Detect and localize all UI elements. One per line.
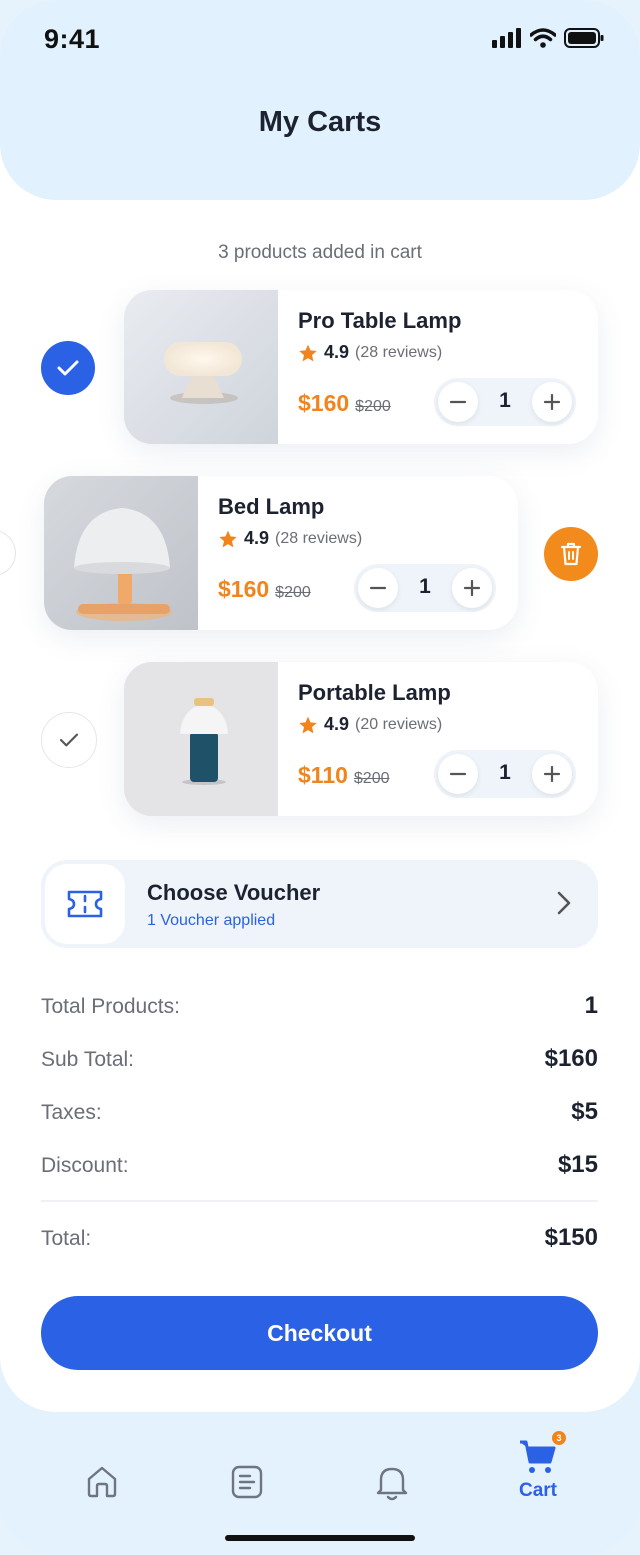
summary-total: Total: $150 bbox=[41, 1224, 598, 1252]
summary-label: Total: bbox=[41, 1227, 92, 1250]
original-price: $200 bbox=[275, 584, 311, 601]
summary-value: $5 bbox=[571, 1098, 598, 1125]
increase-button[interactable] bbox=[452, 568, 492, 608]
home-indicator bbox=[225, 1535, 415, 1541]
current-price: $160 bbox=[298, 390, 350, 416]
summary-value: $160 bbox=[544, 1045, 598, 1072]
product-price: $110 $200 bbox=[298, 762, 390, 789]
summary-subtotal: Sub Total: $160 bbox=[41, 1045, 598, 1073]
summary-discount: Discount: $15 bbox=[41, 1151, 598, 1179]
cart-icon-wrap: 3 bbox=[518, 1431, 566, 1476]
trash-icon bbox=[560, 542, 582, 566]
rating-value: 4.9 bbox=[244, 528, 270, 548]
main-content: 9:41 My Carts 3 products added in cart P… bbox=[0, 0, 640, 1412]
summary-taxes: Taxes: $5 bbox=[41, 1098, 598, 1126]
chevron-right-icon bbox=[557, 891, 571, 915]
current-price: $110 bbox=[298, 762, 348, 788]
document-icon bbox=[231, 1465, 263, 1499]
ticket-icon bbox=[67, 890, 103, 918]
summary-label: Sub Total: bbox=[41, 1048, 135, 1071]
review-count: (20 reviews) bbox=[355, 715, 443, 733]
current-price: $160 bbox=[218, 576, 270, 602]
plus-icon bbox=[463, 579, 481, 597]
rating-value: 4.9 bbox=[324, 714, 350, 734]
phone-frame: 9:41 My Carts 3 products added in cart P… bbox=[0, 0, 640, 1555]
product-name: Portable Lamp bbox=[298, 680, 451, 705]
nav-cart[interactable]: 3 Cart bbox=[508, 1431, 568, 1502]
summary-value: $150 bbox=[544, 1224, 598, 1251]
voucher-subtitle: 1 Voucher applied bbox=[147, 912, 276, 929]
product-rating: 4.9 (28 reviews) bbox=[218, 528, 362, 549]
cart-item-card[interactable]: Bed Lamp 4.9 (28 reviews) $160 $200 1 bbox=[44, 476, 518, 630]
product-price: $160 $200 bbox=[218, 576, 311, 603]
voucher-title: Choose Voucher bbox=[147, 880, 321, 905]
swiped-checkbox-edge bbox=[0, 530, 16, 576]
increase-button[interactable] bbox=[532, 382, 572, 422]
nav-cart-label: Cart bbox=[518, 1480, 557, 1501]
product-rating: 4.9 (28 reviews) bbox=[298, 342, 442, 363]
wifi-icon bbox=[530, 28, 556, 48]
cart-count-text: 3 products added in cart bbox=[218, 242, 422, 263]
nav-notifications[interactable] bbox=[362, 1464, 422, 1502]
star-icon bbox=[299, 344, 317, 361]
status-time: 9:41 bbox=[44, 24, 101, 54]
nav-home[interactable] bbox=[72, 1464, 132, 1500]
product-image-portable-lamp bbox=[124, 662, 278, 816]
product-image-bed-lamp bbox=[44, 476, 198, 630]
review-count: (28 reviews) bbox=[355, 343, 443, 361]
review-count: (28 reviews) bbox=[275, 529, 363, 547]
rating-value: 4.9 bbox=[324, 342, 350, 362]
summary-label: Discount: bbox=[41, 1154, 129, 1177]
item-checkbox-unchecked[interactable] bbox=[41, 712, 97, 768]
increase-button[interactable] bbox=[532, 754, 572, 794]
cart-badge: 3 bbox=[552, 1431, 566, 1445]
product-image-table-lamp bbox=[124, 290, 278, 444]
plus-icon bbox=[543, 393, 561, 411]
delete-item-button[interactable] bbox=[544, 527, 598, 581]
check-icon bbox=[59, 733, 79, 747]
status-icons bbox=[492, 28, 604, 48]
choose-voucher-row[interactable]: Choose Voucher 1 Voucher applied bbox=[41, 860, 598, 948]
voucher-icon-box bbox=[45, 864, 125, 944]
check-icon bbox=[57, 360, 79, 376]
battery-icon bbox=[564, 28, 604, 48]
quantity-stepper: 1 bbox=[434, 750, 576, 798]
bell-icon bbox=[376, 1467, 408, 1501]
original-price: $200 bbox=[355, 398, 391, 415]
home-icon bbox=[87, 1466, 117, 1498]
quantity-stepper: 1 bbox=[354, 564, 496, 612]
quantity-stepper: 1 bbox=[434, 378, 576, 426]
original-price: $200 bbox=[353, 770, 390, 787]
star-icon bbox=[299, 716, 317, 733]
cart-item-card[interactable]: Pro Table Lamp 4.9 (28 reviews) $160 $20… bbox=[124, 290, 598, 444]
star-icon bbox=[219, 530, 237, 547]
summary-value: $15 bbox=[557, 1151, 598, 1178]
signal-icon bbox=[492, 28, 521, 48]
bottom-nav: 3 Cart bbox=[0, 1412, 640, 1555]
product-rating: 4.9 (20 reviews) bbox=[298, 714, 442, 735]
summary-label: Total Products: bbox=[41, 995, 180, 1018]
checkout-button[interactable]: Checkout bbox=[41, 1296, 598, 1370]
product-price: $160 $200 bbox=[298, 390, 391, 417]
summary-label: Taxes: bbox=[41, 1101, 102, 1124]
nav-orders[interactable] bbox=[217, 1464, 277, 1500]
item-checkbox-checked[interactable] bbox=[41, 341, 95, 395]
summary-value: 1 bbox=[584, 992, 598, 1019]
summary-total-products: Total Products: 1 bbox=[41, 992, 598, 1020]
product-name: Bed Lamp bbox=[218, 494, 325, 519]
plus-icon bbox=[543, 765, 561, 783]
summary-divider bbox=[41, 1200, 598, 1202]
product-name: Pro Table Lamp bbox=[298, 308, 462, 333]
cart-icon bbox=[520, 1440, 556, 1473]
page-title: My Carts bbox=[258, 106, 382, 138]
cart-item-card[interactable]: Portable Lamp 4.9 (20 reviews) $110 $200… bbox=[124, 662, 598, 816]
